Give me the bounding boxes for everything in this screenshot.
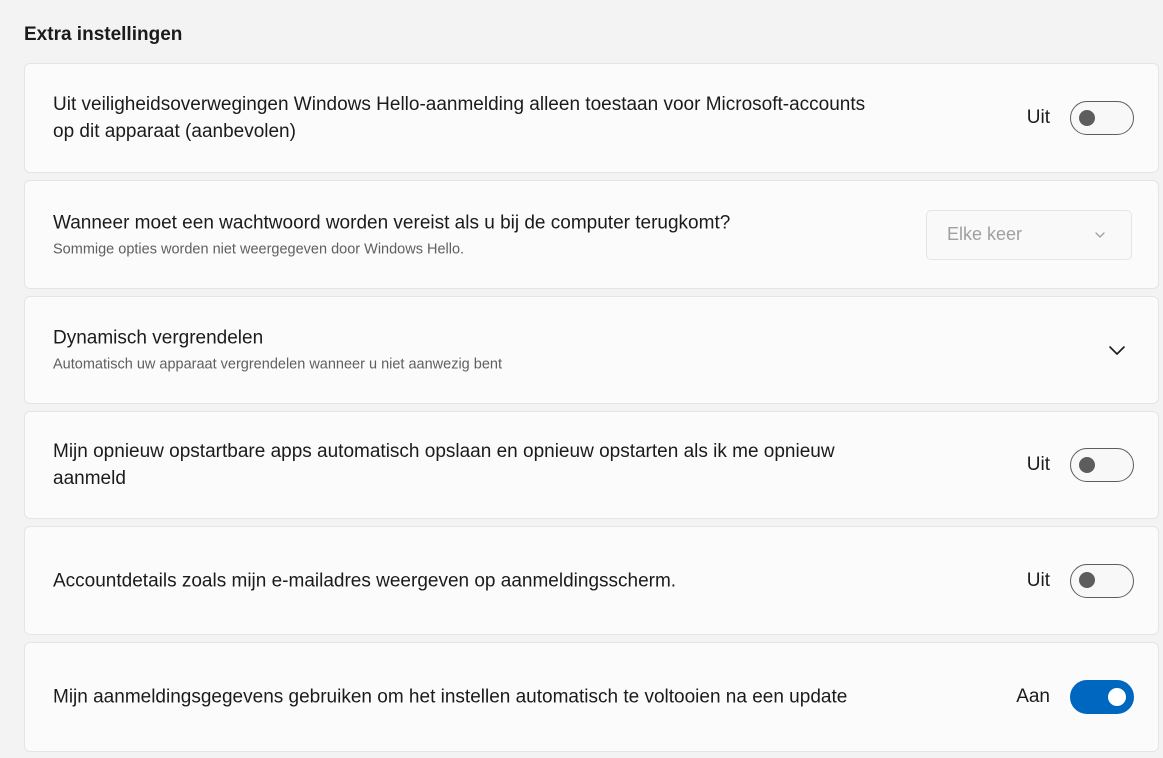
chevron-down-icon (1095, 231, 1105, 238)
setting-title: Accountdetails zoals mijn e-mailadres we… (53, 570, 677, 591)
setting-card-dynamic-lock[interactable]: Dynamisch vergrendelen Automatisch uw ap… (24, 296, 1159, 404)
toggle-knob (1078, 572, 1095, 588)
setting-text: Mijn opnieuw opstartbare apps automatisc… (53, 438, 873, 492)
toggle-knob (1107, 687, 1126, 706)
setting-card-restartable-apps: Mijn opnieuw opstartbare apps automatisc… (24, 411, 1159, 519)
toggle-switch-hello-microsoft-only[interactable] (1070, 101, 1134, 135)
chevron-down-icon[interactable] (1106, 339, 1128, 361)
setting-control: Uit (1027, 101, 1134, 135)
setting-text: Dynamisch vergrendelen Automatisch uw ap… (53, 325, 873, 376)
setting-text: Wanneer moet een wachtwoord worden verei… (53, 209, 873, 260)
setting-control: Uit (1027, 448, 1134, 482)
setting-title: Wanneer moet een wachtwoord worden verei… (53, 212, 731, 233)
dropdown-selected-value: Elke keer (947, 224, 1023, 244)
setting-card-account-details: Accountdetails zoals mijn e-mailadres we… (24, 526, 1159, 635)
toggle-knob (1078, 456, 1095, 473)
setting-title: Mijn aanmeldingsgegevens gebruiken om he… (53, 686, 848, 708)
setting-control (1106, 339, 1134, 361)
toggle-state-label: Uit (1026, 107, 1050, 128)
setting-text: Uit veiligheidsoverwegingen Windows Hell… (53, 91, 873, 145)
setting-title: Uit veiligheidsoverwegingen Windows Hell… (53, 94, 866, 142)
toggle-switch-auto-finish-setup[interactable] (1070, 680, 1134, 714)
setting-title: Dynamisch vergrendelen (53, 327, 264, 349)
setting-description: Automatisch uw apparaat vergrendelen wan… (53, 356, 502, 373)
toggle-state-label: Uit (1026, 454, 1050, 475)
setting-control: Uit (1026, 563, 1134, 598)
setting-text: Accountdetails zoals mijn e-mailadres we… (53, 567, 873, 594)
setting-text: Mijn aanmeldingsgegevens gebruiken om he… (53, 684, 873, 711)
toggle-knob (1078, 109, 1095, 126)
setting-description: Sommige opties worden niet weergegeven d… (53, 241, 465, 257)
setting-card-auto-finish-setup: Mijn aanmeldingsgegevens gebruiken om he… (24, 642, 1159, 752)
section-title: Extra instellingen (24, 24, 183, 45)
toggle-switch-account-details[interactable] (1070, 563, 1134, 598)
setting-control: Elke keer (926, 209, 1134, 260)
setting-title: Mijn opnieuw opstartbare apps automatisc… (53, 441, 835, 489)
setting-card-hello-microsoft-only: Uit veiligheidsoverwegingen Windows Hell… (24, 63, 1159, 173)
toggle-switch-restartable-apps[interactable] (1070, 448, 1134, 482)
password-required-dropdown[interactable]: Elke keer (926, 209, 1132, 260)
toggle-state-label: Aan (1016, 686, 1050, 707)
setting-card-password-required: Wanneer moet een wachtwoord worden verei… (24, 180, 1159, 289)
toggle-state-label: Uit (1026, 569, 1050, 591)
settings-page: Extra instellingen Uit veiligheidsoverwe… (0, 0, 1163, 758)
setting-control: Aan (1016, 680, 1134, 714)
